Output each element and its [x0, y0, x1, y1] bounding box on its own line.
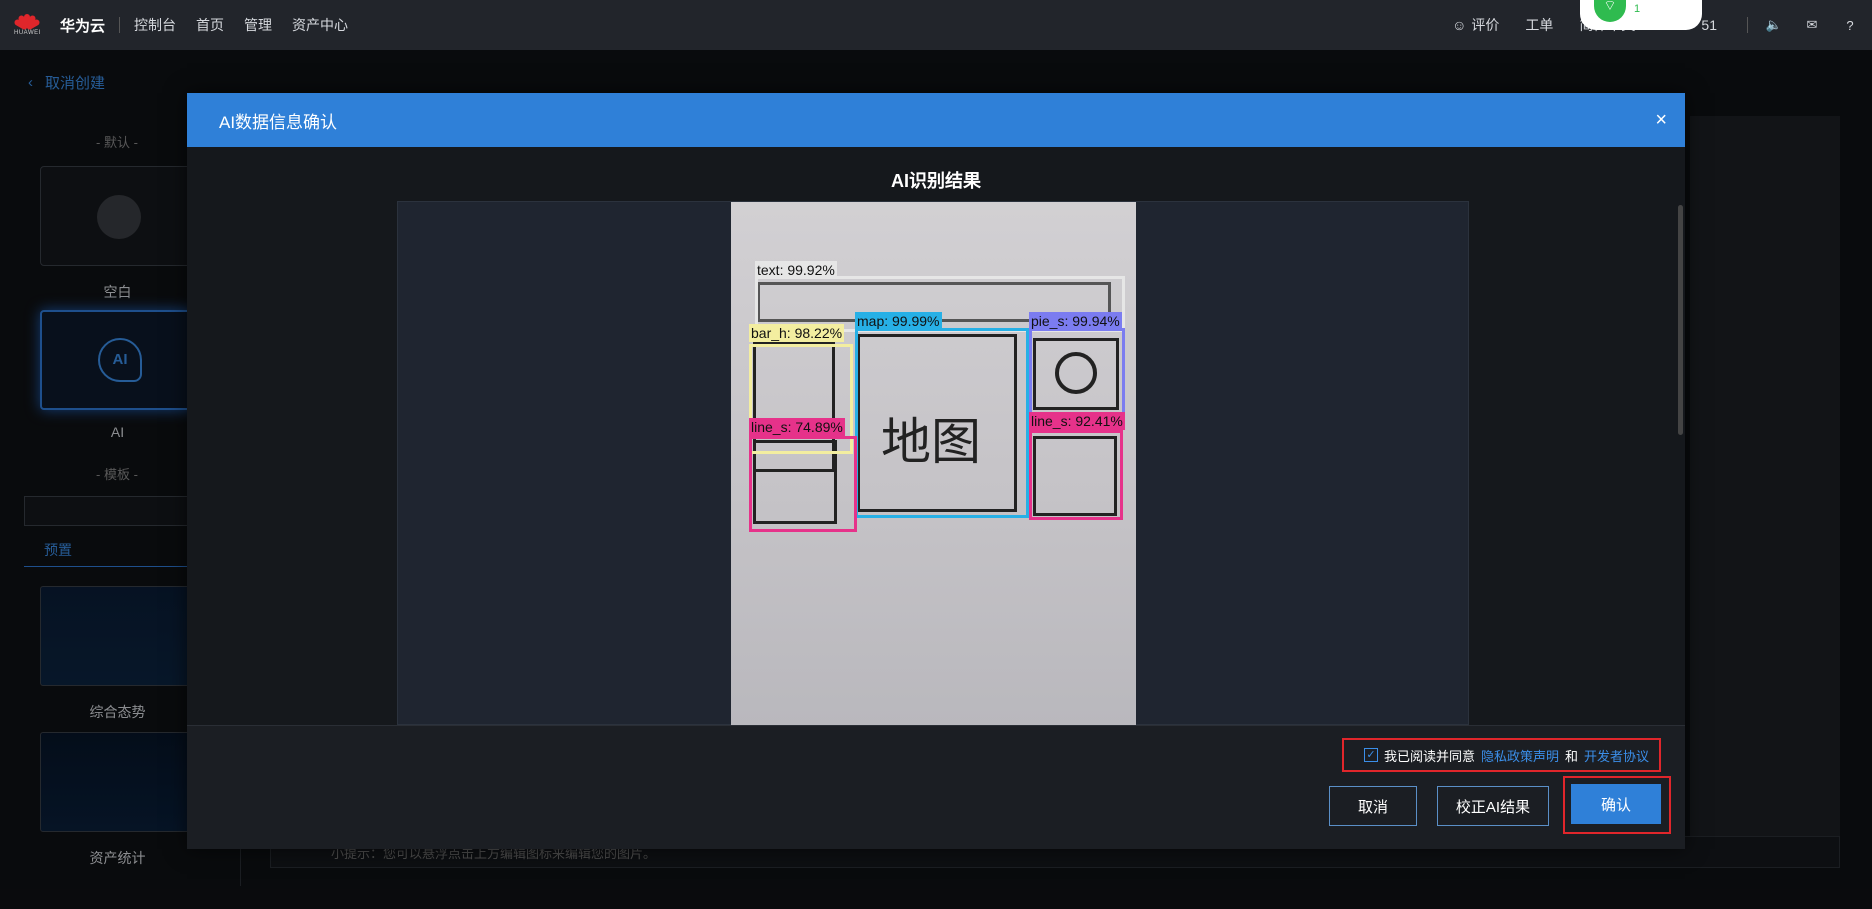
feedback-link[interactable]: ☺ 评价 — [1452, 15, 1499, 35]
account-menu[interactable]: 51 — [1701, 17, 1717, 33]
correct-ai-result-button[interactable]: 校正AI结果 — [1437, 786, 1549, 826]
nav-home[interactable]: 首页 — [196, 15, 224, 35]
feedback-label: 评价 — [1471, 17, 1500, 33]
result-image-frame: 地图 text: 99.92% map: 99.99% pie_s: 99.94… — [397, 201, 1469, 726]
ticket-link[interactable]: 工单 — [1525, 15, 1553, 35]
wifi-status-popup: ⌔ 1 — [1580, 0, 1702, 30]
wifi-icon: ⌔ — [1594, 0, 1626, 22]
smile-icon: ☺ — [1452, 17, 1467, 33]
nav-manage[interactable]: 管理 — [244, 15, 272, 35]
agree-checkbox[interactable]: ✓ — [1363, 748, 1378, 762]
speaker-icon[interactable]: 🔈 — [1766, 17, 1782, 33]
detection-tag-pie: pie_s: 99.94% — [1029, 312, 1122, 330]
result-title: AI识别结果 — [891, 171, 981, 191]
recognized-photo: 地图 text: 99.92% map: 99.99% pie_s: 99.94… — [731, 202, 1136, 726]
dialog-scrollbar[interactable] — [1678, 205, 1683, 435]
nav-divider-right — [1747, 17, 1748, 33]
mail-icon[interactable]: ✉ — [1804, 17, 1820, 33]
dialog-footer: ✓ 我已阅读并同意 隐私政策声明 和 开发者协议 取消 校正AI结果 确认 — [187, 725, 1685, 849]
close-icon[interactable]: × — [1655, 109, 1667, 132]
agree-and: 和 — [1564, 748, 1578, 764]
detection-tag-line-right: line_s: 92.41% — [1029, 412, 1125, 430]
developer-agreement-link[interactable]: 开发者协议 — [1584, 746, 1649, 765]
nav-asset-center[interactable]: 资产中心 — [292, 15, 348, 35]
dialog-header: AI数据信息确认 × — [187, 93, 1685, 147]
cancel-button[interactable]: 取消 — [1329, 786, 1417, 826]
detection-tag-bar: bar_h: 98.22% — [749, 324, 845, 342]
privacy-policy-link[interactable]: 隐私政策声明 — [1481, 746, 1559, 765]
agreement-row: ✓ 我已阅读并同意 隐私政策声明 和 开发者协议 — [1341, 738, 1661, 772]
detection-box-line-left[interactable] — [749, 436, 857, 532]
huawei-logo[interactable]: HUAWEI — [13, 12, 41, 38]
logo-text: HUAWEI — [14, 30, 41, 36]
nav-divider — [119, 17, 121, 33]
confirm-highlight: 确认 — [1563, 776, 1671, 834]
wifi-badge: 1 — [1634, 3, 1641, 15]
confirm-button[interactable]: 确认 — [1571, 784, 1661, 824]
detection-tag-map: map: 99.99% — [855, 312, 942, 330]
detection-box-map[interactable] — [855, 328, 1029, 518]
detection-box-pie[interactable] — [1029, 328, 1125, 416]
detection-tag-line-left: line_s: 74.89% — [749, 418, 845, 436]
detection-tag-text: text: 99.92% — [755, 261, 837, 279]
brand-name[interactable]: 华为云 — [60, 15, 105, 36]
nav-console[interactable]: 控制台 — [134, 15, 176, 35]
top-navbar: HUAWEI 华为云 控制台 首页 管理 资产中心 ☺ 评价 工单 简体中文 5… — [0, 0, 1872, 50]
ai-confirm-dialog: AI数据信息确认 × AI识别结果 地图 text: 99.92% map: 9… — [187, 93, 1685, 849]
detection-box-line-right[interactable] — [1029, 430, 1123, 520]
dialog-body: AI识别结果 地图 text: 99.92% map: 99.99% pie_s… — [187, 147, 1685, 726]
help-icon[interactable]: ? — [1842, 17, 1858, 33]
agree-prefix: 我已阅读并同意 — [1383, 748, 1475, 764]
dialog-title: AI数据信息确认 — [219, 112, 338, 132]
